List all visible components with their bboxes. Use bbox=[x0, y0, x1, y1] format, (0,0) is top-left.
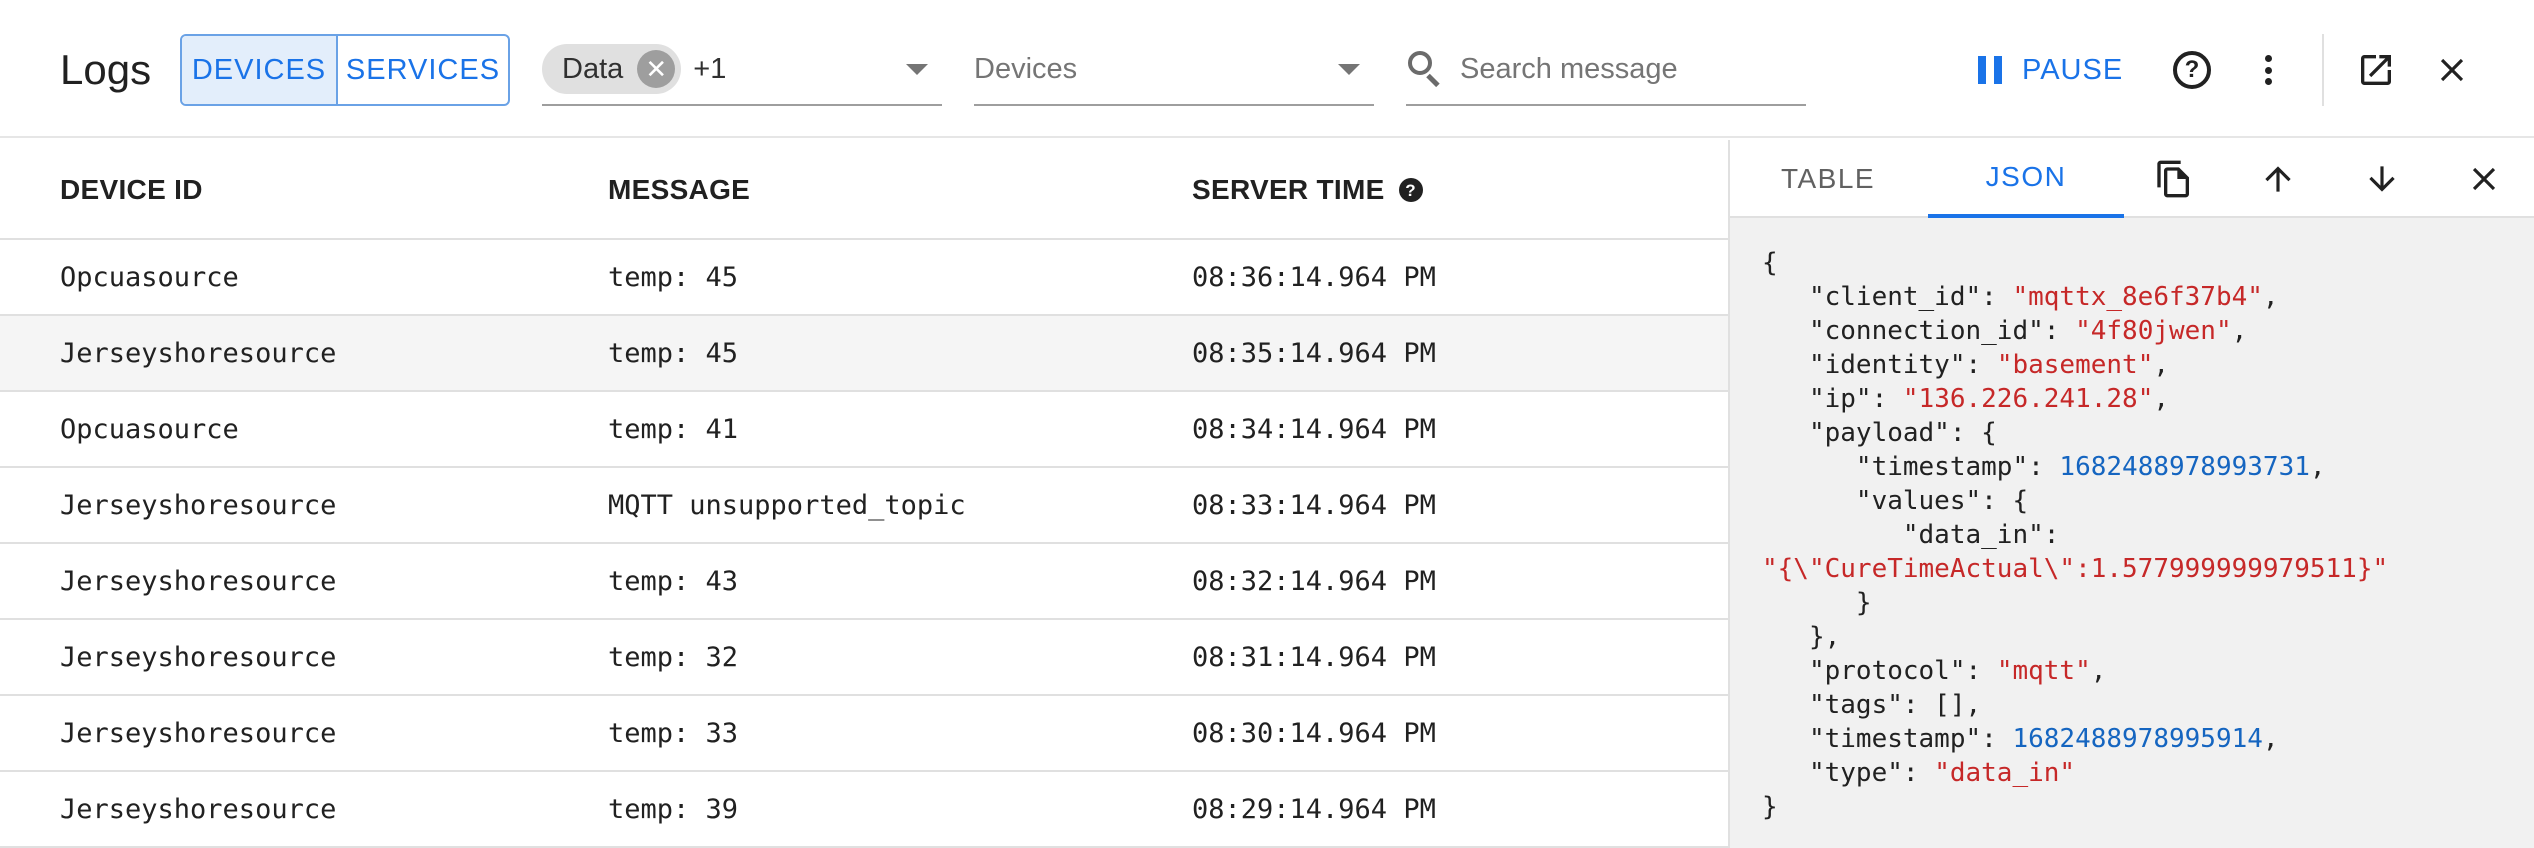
json-protocol: "mqtt" bbox=[1996, 656, 2091, 686]
help-icon[interactable]: ? bbox=[1398, 178, 1423, 202]
cell-device-id: Jerseyshoresource bbox=[60, 565, 337, 597]
copy-button[interactable] bbox=[2148, 153, 2200, 205]
more-vert-icon bbox=[2264, 55, 2272, 85]
table-row[interactable]: Jerseyshoresource temp: 39 08:29:14.964 … bbox=[0, 772, 1728, 848]
open-in-new-button[interactable] bbox=[2350, 44, 2402, 96]
pause-label: PAUSE bbox=[2022, 53, 2124, 86]
help-button[interactable]: ? bbox=[2166, 44, 2218, 96]
open-in-new-icon bbox=[2361, 55, 2391, 85]
cell-server-time: 08:31:14.964 PM bbox=[1192, 641, 1436, 673]
filter-chip-data[interactable]: Data ✕ bbox=[542, 44, 682, 94]
json-identity: "basement" bbox=[1996, 350, 2154, 380]
arrow-down-icon bbox=[2369, 166, 2395, 192]
search-icon bbox=[1406, 49, 1446, 89]
cell-server-time: 08:29:14.964 PM bbox=[1192, 793, 1436, 825]
json-type: "data_in" bbox=[1934, 758, 2076, 788]
cell-server-time: 08:36:14.964 PM bbox=[1192, 261, 1436, 293]
json-client-id: "mqttx_8e6f37b4" bbox=[2012, 282, 2263, 312]
close-panel-button[interactable] bbox=[2458, 153, 2510, 205]
cell-message: temp: 41 bbox=[608, 413, 739, 445]
column-header-device-id[interactable]: DEVICE ID bbox=[60, 140, 203, 240]
cell-message: temp: 45 bbox=[608, 261, 739, 293]
dropdown-caret-icon[interactable] bbox=[906, 64, 928, 75]
page-title: Logs bbox=[60, 46, 152, 93]
toggle-devices-button[interactable]: DEVICES bbox=[182, 36, 338, 104]
devices-select[interactable]: Devices bbox=[974, 34, 1374, 106]
cell-server-time: 08:33:14.964 PM bbox=[1192, 489, 1436, 521]
help-icon: ? bbox=[2173, 51, 2211, 89]
cell-device-id: Jerseyshoresource bbox=[60, 641, 337, 673]
devices-placeholder: Devices bbox=[974, 52, 1078, 85]
filter-chip-label: Data bbox=[562, 52, 624, 85]
json-data-in: "{\"CureTimeActual\":1.577999999979511}" bbox=[1762, 554, 2389, 584]
tab-json[interactable]: JSON bbox=[1928, 140, 2124, 218]
json-viewer: { "client_id": "mqttx_8e6f37b4", "connec… bbox=[1762, 248, 2389, 822]
column-header-server-time-label: SERVER TIME bbox=[1192, 174, 1385, 205]
detail-panel-toolbar: TABLE JSON bbox=[1730, 140, 2534, 218]
cell-server-time: 08:32:14.964 PM bbox=[1192, 565, 1436, 597]
cell-message: MQTT unsupported_topic bbox=[608, 489, 966, 521]
cell-server-time: 08:35:14.964 PM bbox=[1192, 337, 1436, 369]
column-header-message[interactable]: MESSAGE bbox=[608, 140, 750, 240]
next-log-button[interactable] bbox=[2356, 153, 2408, 205]
cell-message: temp: 45 bbox=[608, 337, 739, 369]
table-row-selected[interactable]: Jerseyshoresource temp: 45 08:35:14.964 … bbox=[0, 316, 1728, 392]
tab-table[interactable]: TABLE bbox=[1730, 140, 1926, 218]
table-row[interactable]: Jerseyshoresource temp: 32 08:31:14.964 … bbox=[0, 620, 1728, 696]
json-payload-timestamp: 1682488978993731 bbox=[2059, 452, 2310, 482]
cell-device-id: Jerseyshoresource bbox=[60, 489, 337, 521]
cell-device-id: Opcuasource bbox=[60, 261, 239, 293]
more-options-button[interactable] bbox=[2242, 44, 2294, 96]
cell-message: temp: 33 bbox=[608, 717, 739, 749]
cell-server-time: 08:34:14.964 PM bbox=[1192, 413, 1436, 445]
logs-table: DEVICE ID MESSAGE SERVER TIME ? Opcuasou… bbox=[0, 140, 1728, 848]
toggle-services-button[interactable]: SERVICES bbox=[338, 36, 508, 104]
copy-icon bbox=[2157, 160, 2189, 198]
json-timestamp: 1682488978995914 bbox=[2012, 724, 2263, 754]
column-header-server-time[interactable]: SERVER TIME ? bbox=[1192, 140, 1423, 240]
cell-device-id: Jerseyshoresource bbox=[60, 717, 337, 749]
table-header: DEVICE ID MESSAGE SERVER TIME ? bbox=[0, 140, 1728, 240]
source-toggle: DEVICES SERVICES bbox=[180, 34, 510, 106]
table-row[interactable]: Jerseyshoresource MQTT unsupported_topic… bbox=[0, 468, 1728, 544]
header-divider bbox=[2322, 34, 2324, 106]
table-row[interactable]: Opcuasource temp: 41 08:34:14.964 PM bbox=[0, 392, 1728, 468]
close-icon bbox=[2440, 58, 2464, 82]
cell-message: temp: 32 bbox=[608, 641, 739, 673]
cell-device-id: Jerseyshoresource bbox=[60, 793, 337, 825]
cell-message: temp: 39 bbox=[608, 793, 739, 825]
search-message-input[interactable]: Search message bbox=[1406, 34, 1806, 106]
json-connection-id: "4f80jwen" bbox=[2075, 316, 2232, 346]
dropdown-caret-icon[interactable] bbox=[1338, 64, 1360, 75]
close-icon bbox=[2472, 167, 2496, 191]
previous-log-button[interactable] bbox=[2252, 153, 2304, 205]
cell-server-time: 08:30:14.964 PM bbox=[1192, 717, 1436, 749]
pause-icon bbox=[1978, 56, 2002, 84]
table-row[interactable]: Opcuasource temp: 45 08:36:14.964 PM bbox=[0, 240, 1728, 316]
header-bar: Logs DEVICES SERVICES Data ✕ +1 Devices … bbox=[0, 0, 2534, 138]
arrow-up-icon bbox=[2265, 166, 2291, 192]
pause-button[interactable]: PAUSE bbox=[1978, 44, 2123, 96]
close-button[interactable] bbox=[2426, 44, 2478, 96]
json-ip: "136.226.241.28" bbox=[1902, 384, 2154, 414]
cell-message: temp: 43 bbox=[608, 565, 739, 597]
log-detail-panel: TABLE JSON { "client_id": "mqttx_8e6f37b… bbox=[1728, 140, 2534, 848]
type-filter-select[interactable]: Data ✕ +1 bbox=[542, 34, 942, 106]
cell-device-id: Opcuasource bbox=[60, 413, 239, 445]
search-placeholder: Search message bbox=[1460, 52, 1678, 85]
filter-more-count: +1 bbox=[693, 52, 727, 85]
table-row[interactable]: Jerseyshoresource temp: 33 08:30:14.964 … bbox=[0, 696, 1728, 772]
cell-device-id: Jerseyshoresource bbox=[60, 337, 337, 369]
clear-chip-icon[interactable]: ✕ bbox=[637, 50, 676, 88]
table-row[interactable]: Jerseyshoresource temp: 43 08:32:14.964 … bbox=[0, 544, 1728, 620]
